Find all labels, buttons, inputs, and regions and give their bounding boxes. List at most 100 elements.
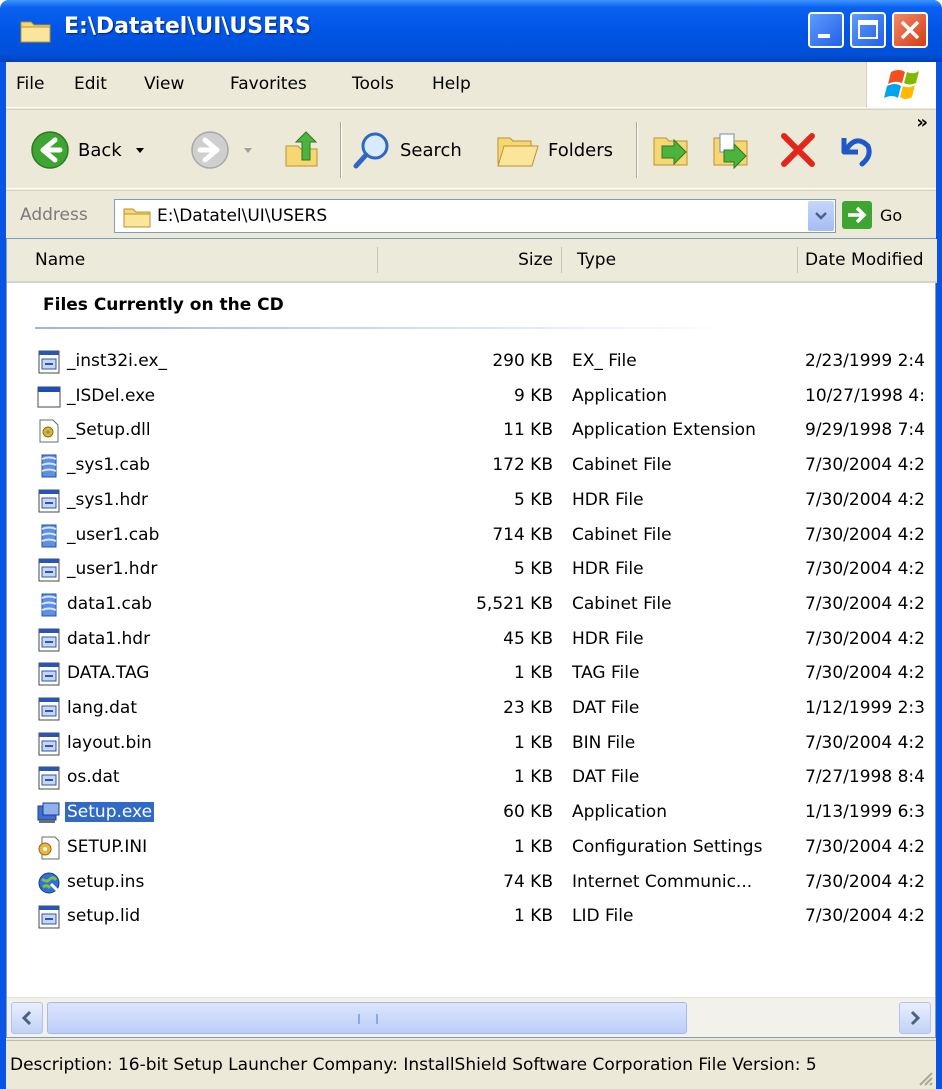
- file-name[interactable]: SETUP.INI: [65, 837, 149, 857]
- address-input[interactable]: E:\Datatel\UI\USERS: [114, 199, 836, 233]
- horizontal-scrollbar[interactable]: [7, 997, 935, 1037]
- generic-file-icon: [37, 488, 61, 514]
- file-name[interactable]: os.dat: [65, 767, 122, 787]
- file-name[interactable]: lang.dat: [65, 698, 139, 718]
- file-row[interactable]: DATA.TAG 1 KB TAG File 7/30/2004 4:2: [7, 657, 937, 691]
- file-name[interactable]: _inst32i.ex_: [65, 351, 169, 371]
- chevron-down-icon[interactable]: [238, 140, 258, 160]
- menu-file[interactable]: File: [16, 74, 44, 94]
- search-icon: [353, 132, 389, 169]
- file-name[interactable]: setup.ins: [65, 872, 146, 892]
- forward-button[interactable]: [190, 122, 258, 178]
- dll-icon: [37, 418, 61, 444]
- file-date-modified: 10/27/1998 4:: [805, 385, 925, 406]
- menu-tools[interactable]: Tools: [352, 74, 394, 94]
- file-row[interactable]: _Setup.dll 11 KB Application Extension 9/29…: [7, 414, 937, 448]
- file-size: 1 KB: [513, 732, 553, 753]
- address-dropdown-button[interactable]: [808, 201, 834, 231]
- scroll-left-button[interactable]: [11, 1002, 43, 1034]
- back-arrow-icon: [31, 131, 69, 169]
- column-divider[interactable]: [797, 247, 798, 273]
- file-name[interactable]: DATA.TAG: [65, 663, 151, 683]
- file-row[interactable]: SETUP.INI 1 KB Configuration Settings 7/30/…: [7, 831, 937, 865]
- file-row[interactable]: _sys1.cab 172 KB Cabinet File 7/30/2004 4:2: [7, 449, 937, 483]
- column-date-modified[interactable]: Date Modified: [805, 250, 937, 270]
- file-row[interactable]: Setup.exe 60 KB Application 1/13/1999 6:3: [7, 796, 937, 830]
- menu-view[interactable]: View: [144, 74, 184, 94]
- scroll-right-button[interactable]: [899, 1002, 931, 1034]
- file-type: Application Extension: [572, 420, 756, 441]
- setup-exe-icon: [37, 800, 61, 826]
- file-name[interactable]: _sys1.cab: [65, 455, 152, 475]
- go-button[interactable]: Go: [842, 201, 902, 229]
- file-name[interactable]: _user1.hdr: [65, 559, 159, 579]
- group-header: Files Currently on the CD: [43, 295, 284, 315]
- toolbar-separator: [340, 122, 342, 178]
- back-button[interactable]: Back: [30, 122, 150, 178]
- up-folder-button[interactable]: [282, 122, 322, 178]
- file-date-modified: 1/13/1999 6:3: [805, 802, 925, 823]
- address-bar: Address E:\Datatel\UI\USERS Go: [6, 190, 936, 238]
- file-row[interactable]: data1.cab 5,521 KB Cabinet File 7/30/2004 4…: [7, 588, 937, 622]
- column-name[interactable]: Name: [35, 250, 85, 270]
- undo-button[interactable]: [834, 122, 874, 178]
- toolbar-overflow-chevron[interactable]: »: [916, 112, 928, 133]
- file-list-view[interactable]: Name Size Type Date Modified Files Curre…: [6, 238, 937, 1038]
- folder-icon: [20, 21, 51, 43]
- status-description: Description: 16-bit Setup Launcher Compa…: [10, 1055, 817, 1075]
- copy-to-button[interactable]: [710, 122, 754, 178]
- search-button[interactable]: Search: [352, 122, 462, 178]
- file-name[interactable]: _user1.cab: [65, 525, 161, 545]
- title-bar[interactable]: E:\Datatel\UI\USERS: [0, 0, 942, 62]
- go-label: Go: [880, 205, 903, 225]
- file-type: Internet Communic...: [572, 871, 753, 892]
- file-row[interactable]: setup.ins 74 KB Internet Communic... 7/30/2…: [7, 866, 937, 900]
- maximize-button[interactable]: [850, 12, 886, 48]
- file-row[interactable]: layout.bin 1 KB BIN File 7/30/2004 4:2: [7, 727, 937, 761]
- file-size: 714 KB: [492, 524, 553, 545]
- file-date-modified: 7/30/2004 4:2: [805, 836, 925, 857]
- chevron-down-icon: [815, 212, 827, 220]
- file-name[interactable]: layout.bin: [65, 733, 154, 753]
- column-divider[interactable]: [377, 247, 378, 273]
- file-name[interactable]: _sys1.hdr: [65, 490, 150, 510]
- column-size[interactable]: Size: [518, 250, 553, 270]
- menu-help[interactable]: Help: [432, 74, 471, 94]
- file-row[interactable]: _user1.cab 714 KB Cabinet File 7/30/2004 4:…: [7, 519, 937, 553]
- status-bar: Description: 16-bit Setup Launcher Compa…: [6, 1040, 936, 1089]
- file-row[interactable]: data1.hdr 45 KB HDR File 7/30/2004 4:2: [7, 623, 937, 657]
- file-row[interactable]: _inst32i.ex_ 290 KB EX_ File 2/23/1999 2:4: [7, 345, 937, 379]
- folders-button[interactable]: Folders: [496, 122, 613, 178]
- file-name[interactable]: Setup.exe: [65, 802, 155, 823]
- column-divider[interactable]: [561, 247, 562, 273]
- generic-file-icon: [37, 696, 61, 722]
- delete-button[interactable]: [778, 122, 818, 178]
- file-row[interactable]: setup.lid 1 KB LID File 7/30/2004 4:2: [7, 900, 937, 934]
- file-row[interactable]: os.dat 1 KB DAT File 7/27/1998 8:4: [7, 761, 937, 795]
- file-name[interactable]: data1.cab: [65, 594, 154, 614]
- menu-favorites[interactable]: Favorites: [230, 74, 307, 94]
- file-name[interactable]: _ISDel.exe: [65, 386, 157, 406]
- file-name[interactable]: data1.hdr: [65, 629, 152, 649]
- file-size: 1 KB: [513, 906, 553, 927]
- minimize-button[interactable]: [808, 12, 844, 48]
- file-size: 172 KB: [492, 455, 553, 476]
- resize-grip-icon[interactable]: [914, 1067, 934, 1087]
- file-name[interactable]: _Setup.dll: [65, 420, 153, 440]
- close-button[interactable]: [892, 12, 928, 48]
- move-to-button[interactable]: [650, 122, 694, 178]
- column-type[interactable]: Type: [577, 250, 616, 270]
- undo-icon: [841, 138, 872, 167]
- file-row[interactable]: lang.dat 23 KB DAT File 1/12/1999 2:3: [7, 692, 937, 726]
- file-size: 5,521 KB: [476, 593, 553, 614]
- scroll-thumb[interactable]: [47, 1002, 687, 1034]
- file-row[interactable]: _user1.hdr 5 KB HDR File 7/30/2004 4:2: [7, 553, 937, 587]
- file-name[interactable]: setup.lid: [65, 906, 142, 926]
- delete-icon: [781, 133, 815, 167]
- forward-arrow-icon: [191, 131, 229, 169]
- file-row[interactable]: _sys1.hdr 5 KB HDR File 7/30/2004 4:2: [7, 484, 937, 518]
- file-row[interactable]: _ISDel.exe 9 KB Application 10/27/1998 4:: [7, 380, 937, 414]
- chevron-down-icon[interactable]: [130, 140, 150, 160]
- menu-edit[interactable]: Edit: [74, 74, 107, 94]
- move-to-icon: [653, 137, 688, 166]
